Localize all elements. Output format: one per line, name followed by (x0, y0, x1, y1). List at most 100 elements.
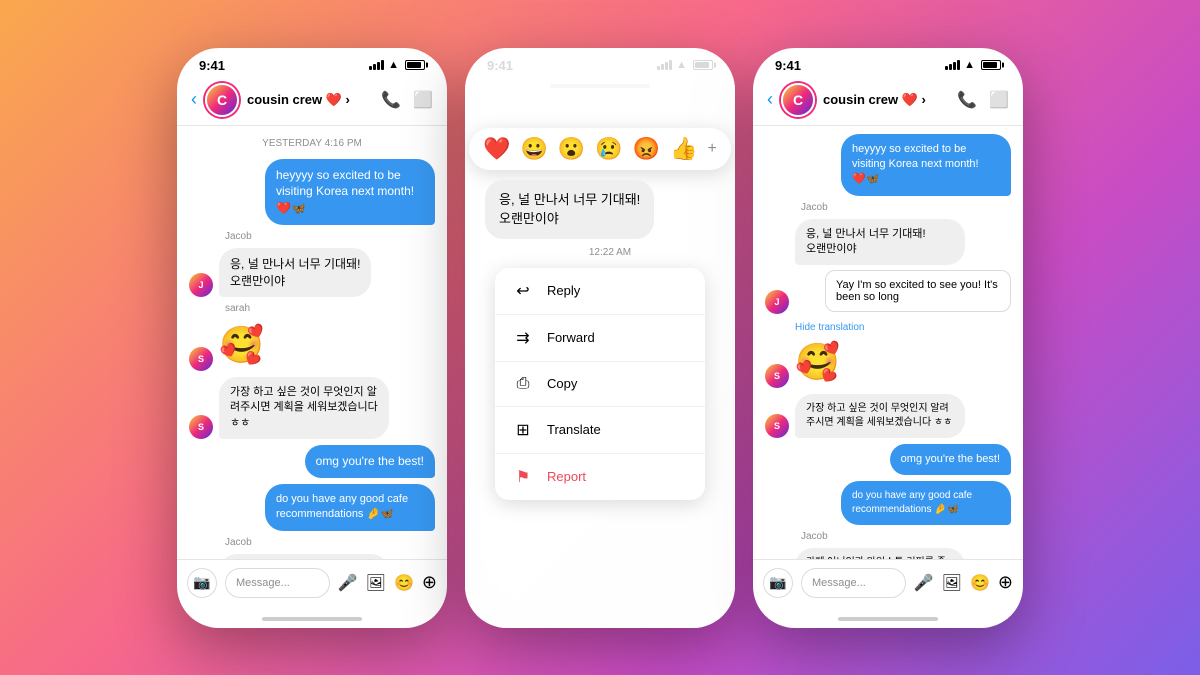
context-menu: ↩ Reply ⇉ Forward ⎙ Copy ⊞ Translate ⚑ R… (495, 268, 705, 500)
back-button-left[interactable]: ‹ (191, 89, 197, 110)
forward-label: Forward (547, 330, 595, 345)
video-icon-right[interactable]: ⬜ (989, 90, 1009, 110)
add-icon-left[interactable]: ⊕ (422, 572, 437, 593)
copy-label: Copy (547, 376, 577, 391)
status-bar-left: 9:41 ▲ (177, 48, 447, 77)
bubble-sent-2[interactable]: omg you're the best! (305, 445, 435, 478)
input-bar-right: 📷 Message... 🎤 🖼 😊 ⊕ (753, 559, 1023, 610)
group-avatar-left: C (205, 83, 239, 117)
reply-label: Reply (547, 283, 580, 298)
wifi-icon: ▲ (388, 59, 399, 71)
signal-icon (369, 60, 384, 70)
copy-icon: ⎙ (513, 375, 533, 393)
status-time-left: 9:41 (199, 58, 225, 73)
avatar-sarah-r2: S (765, 414, 789, 438)
home-indicator-right (753, 610, 1023, 628)
call-icon-right[interactable]: 📞 (957, 90, 977, 110)
messages-right: heyyyy so excited to be visiting Korea n… (753, 126, 1023, 559)
status-icons-right: ▲ (945, 59, 1001, 71)
context-forward[interactable]: ⇉ Forward (495, 315, 705, 362)
reaction-thumbs[interactable]: 👍 (670, 136, 697, 162)
bubble-jacob-r2[interactable]: 카페 어니언과 마일스톤 커피를 좋아해!🔥🦋 (795, 548, 965, 558)
bubble-sent-1[interactable]: heyyyy so excited to be visiting Korea n… (265, 159, 435, 225)
sticker-icon-right[interactable]: 😊 (970, 573, 990, 593)
msg-sent-1: heyyyy so excited to be visiting Korea n… (189, 159, 435, 225)
context-overlay: ❤️ 😀 😮 😢 😡 👍 + 응, 널 만나서 너무 기대돼!오랜만이야 12:… (465, 48, 735, 628)
report-icon: ⚑ (513, 467, 533, 487)
msg-sent-r1: heyyyy so excited to be visiting Korea n… (765, 134, 1011, 196)
context-reply[interactable]: ↩ Reply (495, 268, 705, 315)
context-copy[interactable]: ⎙ Copy (495, 362, 705, 407)
context-translate[interactable]: ⊞ Translate (495, 407, 705, 454)
msg-sarah-2: S 가장 하고 싶은 것이 무엇인지 알려주시면 계획을 세워보겠습니다 ㅎㅎ (189, 377, 435, 439)
bubble-jacob-r1[interactable]: 응, 널 만나서 너무 기대돼!오랜만이야 (795, 219, 965, 266)
msg-sarah-emoji-r: S 🥰 (765, 337, 1011, 387)
wifi-icon-right: ▲ (964, 59, 975, 71)
group-name-right[interactable]: cousin crew ❤️ › (823, 92, 949, 108)
msg-sarah-r2: S 가장 하고 싶은 것이 무엇인지 알려주시면 계획을 세워보겠습니다 ㅎㅎ (765, 394, 1011, 438)
image-icon-left[interactable]: 🖼 (366, 573, 386, 593)
context-time: 12:22 AM (589, 247, 631, 258)
reply-icon: ↩ (513, 281, 533, 301)
header-info-right: cousin crew ❤️ › (823, 92, 949, 108)
sender-jacob-1: Jacob (189, 231, 435, 242)
avatar-sarah-r: S (765, 364, 789, 388)
msg-sent-r2: omg you're the best! (765, 444, 1011, 475)
sender-sarah: sarah (189, 303, 435, 314)
bubble-sent-r1[interactable]: heyyyy so excited to be visiting Korea n… (841, 134, 1011, 196)
messages-left: YESTERDAY 4:16 PM heyyyy so excited to b… (177, 126, 447, 559)
camera-button-left[interactable]: 📷 (187, 568, 217, 598)
message-input-left[interactable]: Message... (225, 568, 330, 598)
sender-jacob-r1: Jacob (765, 202, 1011, 213)
translate-icon: ⊞ (513, 420, 533, 440)
bubble-emoji-r: 🥰 (795, 337, 840, 387)
hide-translation-btn[interactable]: Hide translation (765, 322, 1011, 333)
bubble-sent-r3[interactable]: do you have any good cafe recommendation… (841, 481, 1011, 525)
header-icons-left: 📞 ⬜ (381, 90, 433, 110)
bubble-sarah-emoji: 🥰 (219, 320, 264, 370)
image-icon-right[interactable]: 🖼 (942, 573, 962, 593)
sender-jacob-2: Jacob (189, 537, 435, 548)
sticker-icon-left[interactable]: 😊 (394, 573, 414, 593)
chat-header-left: ‹ C cousin crew ❤️ › 📞 ⬜ (177, 77, 447, 126)
message-input-right[interactable]: Message... (801, 568, 906, 598)
avatar-jacob-r1: J (765, 290, 789, 314)
bubble-sarah-2[interactable]: 가장 하고 싶은 것이 무엇인지 알려주시면 계획을 세워보겠습니다 ㅎㅎ (219, 377, 389, 439)
add-icon-right[interactable]: ⊕ (998, 572, 1013, 593)
forward-icon: ⇉ (513, 328, 533, 348)
status-bar-right: 9:41 ▲ (753, 48, 1023, 77)
input-bar-left: 📷 Message... 🎤 🖼 😊 ⊕ (177, 559, 447, 610)
avatar-jacob-1: J (189, 273, 213, 297)
header-info-left: cousin crew ❤️ › (247, 92, 373, 108)
msg-jacob-2: J 카페 어니언과 마일스톤 커피를 좋아해!🔥🦋 (189, 554, 435, 559)
reaction-wow[interactable]: 😮 (558, 136, 585, 162)
bubble-sent-r2[interactable]: omg you're the best! (890, 444, 1011, 475)
group-name-left[interactable]: cousin crew ❤️ › (247, 92, 373, 108)
bubble-sent-3[interactable]: do you have any good cafe recommendation… (265, 484, 435, 531)
video-icon-left[interactable]: ⬜ (413, 90, 433, 110)
back-button-right[interactable]: ‹ (767, 89, 773, 110)
input-icons-right: 🎤 🖼 😊 ⊕ (914, 572, 1013, 593)
battery-icon-right (981, 60, 1001, 70)
battery-icon (405, 60, 425, 70)
mic-icon-right[interactable]: 🎤 (914, 573, 934, 593)
signal-icon-right (945, 60, 960, 70)
camera-button-right[interactable]: 📷 (763, 568, 793, 598)
mic-icon-left[interactable]: 🎤 (338, 573, 358, 593)
date-label: YESTERDAY 4:16 PM (189, 138, 435, 149)
reaction-bar: ❤️ 😀 😮 😢 😡 👍 + (469, 128, 731, 170)
phone-middle: 9:41 ▲ ❤️ 😀 😮 😢 😡 👍 + 응, 널 만나서 너무 기대돼!오랜… (465, 48, 735, 628)
bubble-jacob-1[interactable]: 응, 널 만나서 너무 기대돼!오랜만이야 (219, 248, 371, 298)
reaction-angry[interactable]: 😡 (633, 136, 660, 162)
reaction-more[interactable]: + (708, 140, 717, 158)
call-icon-left[interactable]: 📞 (381, 90, 401, 110)
msg-sent-2: omg you're the best! (189, 445, 435, 478)
input-icons-left: 🎤 🖼 😊 ⊕ (338, 572, 437, 593)
status-time-right: 9:41 (775, 58, 801, 73)
bubble-jacob-2[interactable]: 카페 어니언과 마일스톤 커피를 좋아해!🔥🦋 (219, 554, 389, 559)
reaction-sad[interactable]: 😢 (595, 136, 622, 162)
context-report[interactable]: ⚑ Report (495, 454, 705, 500)
reaction-smile[interactable]: 😀 (521, 136, 548, 162)
bubble-sarah-r2[interactable]: 가장 하고 싶은 것이 무엇인지 알려주시면 계획을 세워보겠습니다 ㅎㅎ (795, 394, 965, 438)
reaction-heart[interactable]: ❤️ (483, 136, 510, 162)
